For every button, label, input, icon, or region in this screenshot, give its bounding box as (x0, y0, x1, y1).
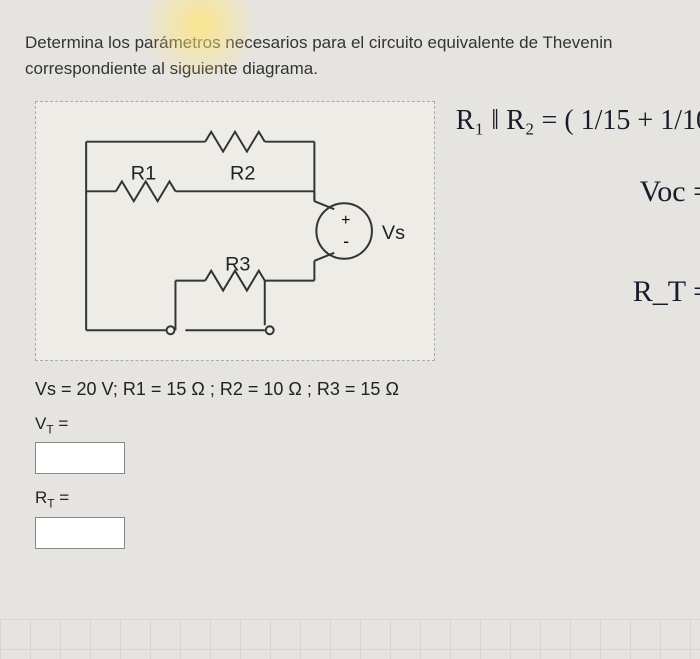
rt-input[interactable] (35, 517, 125, 549)
rt-answer-block: RT = (35, 488, 700, 548)
r3-label: R3 (225, 254, 250, 276)
graph-paper-bg (0, 619, 700, 659)
vs-plus: + (341, 212, 350, 229)
circuit-diagram: + - R1 R2 R3 Vs (35, 101, 435, 361)
question-line1: Determina los parámetros necesarios para… (25, 33, 612, 52)
vs-minus: - (343, 231, 349, 251)
handwriting-eq3: R_T = (633, 275, 700, 309)
vt-label: VT = (35, 414, 700, 436)
handwriting-eq2: Voc = (639, 175, 700, 209)
handwriting-eq1: R₁ ‖ R₂ = ( 1/15 + 1/10 (456, 105, 700, 137)
vs-label: Vs (382, 222, 405, 244)
vt-input[interactable] (35, 442, 125, 474)
given-values: Vs = 20 V; R1 = 15 Ω ; R2 = 10 Ω ; R3 = … (35, 379, 700, 400)
r2-label: R2 (230, 162, 255, 184)
r1-label: R1 (131, 162, 156, 184)
question-line2: correspondiente al siguiente diagrama. (25, 59, 318, 78)
rt-label: RT = (35, 488, 700, 510)
circuit-svg: + - R1 R2 R3 Vs (36, 102, 434, 360)
vt-answer-block: VT = (35, 414, 700, 474)
question-text: Determina los parámetros necesarios para… (0, 0, 700, 91)
